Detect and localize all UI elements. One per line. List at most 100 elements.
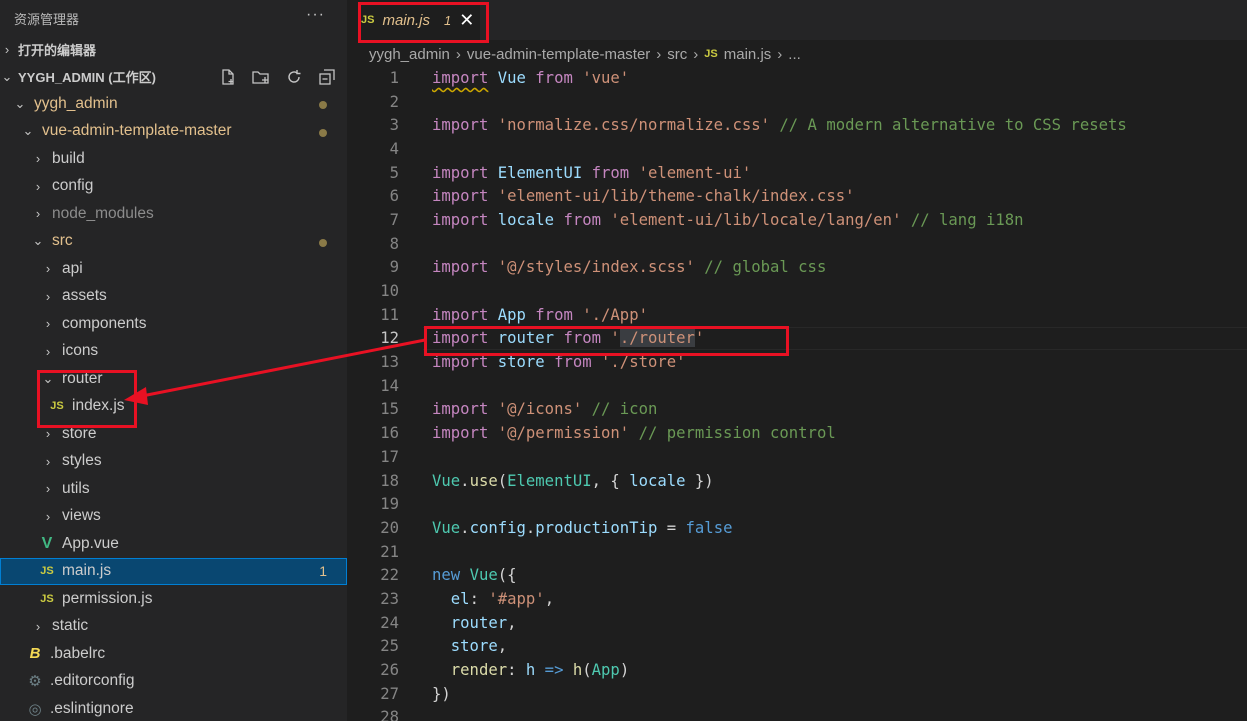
javascript-file-icon: JS xyxy=(361,14,375,26)
tab-bar: JS main.js 1 ✕ xyxy=(347,0,1247,40)
code-line: 1 import Vue from 'vue' xyxy=(389,68,630,87)
open-editors-section[interactable]: › 打开的编辑器 xyxy=(0,36,347,63)
chevron-down-icon: ⌄ xyxy=(22,123,34,139)
code-line: 20 Vue.config.productionTip = false xyxy=(380,518,733,537)
chevron-right-icon: › xyxy=(45,426,51,442)
code-line: 26 render: h => h(App) xyxy=(380,661,630,680)
tab-problems-count: 1 xyxy=(443,12,452,28)
modified-dot xyxy=(319,238,327,247)
editor-area: JS main.js 1 ✕ yygh_admin › vue-admin-te… xyxy=(347,0,1247,721)
chevron-right-icon: › xyxy=(45,481,51,497)
file-tree: ⌄ yygh_admin ⌄ vue-admin-template-master… xyxy=(0,90,347,721)
tree-item-vue-admin-template-master[interactable]: ⌄ vue-admin-template-master xyxy=(0,118,347,146)
new-file-icon[interactable] xyxy=(218,67,238,87)
code-line: 27}) xyxy=(380,684,451,703)
workspace-section[interactable]: ⌄ YYGH_ADMIN (工作区) xyxy=(0,63,347,90)
breadcrumb-item[interactable]: src xyxy=(667,46,687,63)
code-line-current: 12 import router from './router' xyxy=(347,326,1247,351)
tree-item-icons[interactable]: › icons xyxy=(0,338,347,366)
code-line: 22 new Vue({ xyxy=(380,566,517,585)
code-line: 21 xyxy=(380,542,399,561)
tree-item-static[interactable]: › static xyxy=(0,613,347,641)
tree-item-editorconfig[interactable]: ⚙ .editorconfig xyxy=(0,668,347,696)
tree-item-config[interactable]: › config xyxy=(0,173,347,201)
code-line: 17 xyxy=(380,447,399,466)
tree-item-main-js[interactable]: JS main.js 1 xyxy=(0,557,347,585)
settings-file-icon: ◎ xyxy=(28,700,42,718)
tree-item-app-vue[interactable]: V App.vue xyxy=(0,530,347,558)
code-line: 3 import 'normalize.css/normalize.css' //… xyxy=(389,116,1127,135)
code-line: 13 import store from './store' xyxy=(380,353,686,372)
tree-item-views[interactable]: › views xyxy=(0,503,347,531)
workspace-label: YYGH_ADMIN (工作区) xyxy=(18,70,156,85)
modified-dot xyxy=(319,128,327,137)
code-line: 23 el: '#app', xyxy=(380,589,555,608)
chevron-right-icon: › xyxy=(4,42,10,57)
explorer-sidebar: 资源管理器 ··· › 打开的编辑器 ⌄ YYGH_ADMIN (工作区) ⌄ xyxy=(0,0,347,721)
tree-item-store[interactable]: › store xyxy=(0,420,347,448)
more-actions-icon[interactable]: ··· xyxy=(306,6,325,24)
tree-item-utils[interactable]: › utils xyxy=(0,475,347,503)
tree-item-router[interactable]: ⌄ router xyxy=(0,365,347,393)
tree-item-permission-js[interactable]: JS permission.js xyxy=(0,585,347,613)
vue-file-icon: V xyxy=(41,534,53,552)
refresh-icon[interactable] xyxy=(284,67,304,87)
chevron-right-icon: › xyxy=(693,45,699,63)
chevron-right-icon: › xyxy=(45,453,51,469)
close-icon[interactable]: ✕ xyxy=(459,10,474,31)
code-line: 4 xyxy=(389,139,399,158)
new-folder-icon[interactable] xyxy=(251,67,271,87)
chevron-down-icon: ⌄ xyxy=(42,370,54,386)
breadcrumb-file[interactable]: main.js xyxy=(724,46,772,63)
tree-item-api[interactable]: › api xyxy=(0,255,347,283)
breadcrumb-item[interactable]: yygh_admin xyxy=(369,46,450,63)
tree-item-styles[interactable]: › styles xyxy=(0,448,347,476)
breadcrumb: yygh_admin › vue-admin-template-master ›… xyxy=(347,40,1247,68)
collapse-all-icon[interactable] xyxy=(317,67,337,87)
tree-item-build[interactable]: › build xyxy=(0,145,347,173)
code-line: 18 Vue.use(ElementUI, { locale }) xyxy=(380,471,714,490)
javascript-file-icon: JS xyxy=(40,592,54,605)
chevron-down-icon: ⌄ xyxy=(32,233,44,249)
chevron-right-icon: › xyxy=(45,288,51,304)
chevron-right-icon: › xyxy=(45,316,51,332)
chevron-right-icon: › xyxy=(45,508,51,524)
gear-icon: ⚙ xyxy=(28,673,42,691)
tree-item-src[interactable]: ⌄ src xyxy=(0,228,347,256)
breadcrumb-item[interactable]: vue-admin-template-master xyxy=(467,46,650,63)
tree-item-eslintignore[interactable]: ◎ .eslintignore xyxy=(0,695,347,721)
code-line: 7 import locale from 'element-ui/lib/loca… xyxy=(389,210,1024,229)
tree-item-router-index-js[interactable]: JS index.js xyxy=(0,393,347,421)
tree-item-yygh-admin[interactable]: ⌄ yygh_admin xyxy=(0,90,347,118)
chevron-down-icon: ⌄ xyxy=(14,95,26,111)
chevron-right-icon: › xyxy=(777,45,783,63)
open-editors-label: 打开的编辑器 xyxy=(18,43,97,58)
breadcrumb-symbol[interactable]: ... xyxy=(788,46,801,63)
code-editor[interactable]: 1 import Vue from 'vue' 2 3 import 'normal… xyxy=(347,66,1247,721)
tree-item-babelrc[interactable]: B .babelrc xyxy=(0,640,347,668)
babel-file-icon: B xyxy=(29,645,41,663)
chevron-right-icon: › xyxy=(35,206,41,222)
chevron-right-icon: › xyxy=(35,618,41,634)
code-line: 24 router, xyxy=(380,613,517,632)
tree-item-assets[interactable]: › assets xyxy=(0,283,347,311)
chevron-right-icon: › xyxy=(455,45,461,63)
tab-main-js[interactable]: JS main.js 1 ✕ xyxy=(347,0,480,40)
chevron-right-icon: › xyxy=(35,178,41,194)
explorer-title-bar: 资源管理器 ··· xyxy=(0,0,347,36)
code-line: 14 xyxy=(380,376,399,395)
tree-item-node-modules[interactable]: › node_modules xyxy=(0,200,347,228)
code-line: 16 import '@/permission' // permission co… xyxy=(380,424,836,443)
chevron-right-icon: › xyxy=(35,151,41,167)
code-line: 6 import 'element-ui/lib/theme-chalk/inde… xyxy=(389,187,855,206)
code-line: 19 xyxy=(380,495,399,514)
tab-label: main.js xyxy=(382,11,430,29)
chevron-right-icon: › xyxy=(45,343,51,359)
chevron-down-icon: ⌄ xyxy=(1,68,13,84)
chevron-right-icon: › xyxy=(45,261,51,277)
tree-item-components[interactable]: › components xyxy=(0,310,347,338)
code-line: 11 import App from './App' xyxy=(380,305,648,324)
code-line: 15 import '@/icons' // icon xyxy=(380,400,658,419)
code-line: 28 xyxy=(380,708,399,721)
code-line: 5 import ElementUI from 'element-ui' xyxy=(389,163,752,182)
